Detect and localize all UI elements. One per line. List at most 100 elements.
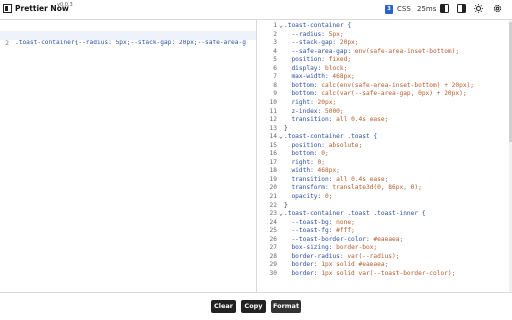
line-number: 30: [269, 269, 277, 277]
line-number: 26: [269, 235, 277, 243]
code-line: 6 display: block;: [257, 65, 509, 74]
code-text: --safe-area-gap: env(safe-area-inset-bot…: [284, 47, 460, 55]
code-line: 16 bottom: 0;: [257, 150, 509, 159]
line-number: 6: [273, 64, 277, 72]
code-text: bottom: calc(var(--safe-area-gap, 0px) +…: [284, 90, 467, 98]
code-line: 27 box-sizing: border-box;: [257, 244, 509, 253]
line-number: 13: [269, 124, 277, 132]
code-line: 7 max-width: 468px;: [257, 73, 509, 82]
line-number: 4: [273, 47, 277, 55]
line-number: 25: [269, 227, 277, 235]
code-text: --stack-gap: 20px;: [284, 39, 359, 47]
code-text: }: [284, 124, 288, 132]
line-number: 22: [269, 201, 277, 209]
code-text: right: 0;: [284, 158, 325, 166]
code-line: 8 bottom: calc(env(safe-area-inset-botto…: [257, 82, 509, 91]
code-line: 1 .toast-container{--radius: 5px;--stack…: [0, 22, 256, 47]
code-line: 15 position: absolute;: [257, 142, 509, 151]
code-line: 29 border: 1px solid #eaeaea;: [257, 261, 509, 270]
line-number: 12: [269, 116, 277, 124]
line-number: 15: [269, 141, 277, 149]
fold-chevron-icon[interactable]: ⌄: [279, 133, 283, 142]
code-line: 18 width: 468px;: [257, 167, 509, 176]
line-number: 5: [273, 56, 277, 64]
code-line: 4 --safe-area-gap: env(safe-area-inset-b…: [257, 48, 509, 57]
code-text: border: 1px solid #eaeaea;: [284, 261, 389, 269]
line-number: 8: [273, 81, 277, 89]
panel-icon[interactable]: [440, 4, 449, 16]
code-text: right: 20px;: [284, 98, 337, 106]
line-number: 3: [273, 39, 277, 47]
format-button[interactable]: Format: [271, 300, 301, 313]
code-text: --toast-fg: #fff;: [284, 227, 355, 235]
line-number: 18: [269, 167, 277, 175]
line-number: 2: [273, 30, 277, 38]
code-text: .toast-container {: [284, 22, 352, 29]
code-text: display: block;: [284, 64, 348, 72]
line-number: 27: [269, 244, 277, 252]
fold-chevron-icon[interactable]: ⌄: [279, 22, 283, 31]
language-label[interactable]: CSS: [397, 5, 411, 13]
line-number: 9: [273, 90, 277, 98]
code-text: border: 1px solid var(--toast-border-col…: [284, 269, 456, 277]
line-number: 20: [269, 184, 277, 192]
code-text: bottom: 0;: [284, 150, 329, 158]
split-view-icon[interactable]: [457, 4, 466, 16]
line-number: 17: [269, 158, 277, 166]
line-number: 28: [269, 252, 277, 260]
code-line: 26 --toast-border-color: #eaeaea;: [257, 236, 509, 245]
line-number: 21: [269, 193, 277, 200]
code-text: box-sizing: border-box;: [284, 244, 378, 252]
code-text: opacity: 0;: [284, 193, 333, 200]
code-line: 3 --stack-gap: 20px;: [257, 39, 509, 48]
line-number: 16: [269, 150, 277, 158]
code-line: 5 position: fixed;: [257, 56, 509, 65]
code-text: max-width: 468px;: [284, 73, 355, 81]
code-line: 28 border-radius: var(--radius);: [257, 253, 509, 262]
code-line: 10 right: 20px;: [257, 99, 509, 108]
app-header: Prettier Now v0.0.3 3 CSS 25ms: [0, 0, 512, 20]
code-line: 9 bottom: calc(var(--safe-area-gap, 0px)…: [257, 90, 509, 99]
clear-button[interactable]: Clear: [211, 300, 236, 313]
css-icon[interactable]: 3: [385, 5, 393, 14]
line-number: 14: [269, 133, 277, 141]
code-line: 30 border: 1px solid var(--toast-border-…: [257, 270, 509, 279]
code-line: 13}: [257, 125, 509, 134]
code-text: .toast-container{--radius: 5px;--stack-g…: [15, 39, 246, 46]
code-text: transition: all 0.4s ease;: [284, 175, 389, 183]
code-text: width: 468px;: [284, 167, 340, 175]
line-number: 11: [269, 107, 277, 115]
line-number: 10: [269, 98, 277, 106]
line-number: 24: [269, 218, 277, 226]
code-text: border-radius: var(--radius);: [284, 252, 400, 260]
code-line: 12 transition: all 0.4s ease;: [257, 116, 509, 125]
code-text: --toast-bg: none;: [284, 218, 355, 226]
fold-chevron-icon[interactable]: ⌄: [279, 210, 283, 219]
brightness-icon[interactable]: [474, 4, 483, 16]
code-line: 25 --toast-fg: #fff;: [257, 227, 509, 236]
line-number: 23: [269, 210, 277, 218]
line-number: 2: [5, 39, 9, 47]
code-line: 19 transition: all 0.4s ease;: [257, 176, 509, 185]
code-line: 2 --radius: 5px;: [257, 31, 509, 40]
app-logo-icon: [3, 4, 12, 13]
code-text: z-index: 5000;: [284, 107, 344, 115]
input-editor[interactable]: 1 .toast-container{--radius: 5px;--stack…: [0, 20, 257, 292]
code-text: .toast-container .toast {: [284, 133, 378, 141]
settings-icon[interactable]: [493, 4, 502, 16]
code-text: .toast-container .toast .toast-inner {: [284, 210, 426, 218]
output-editor[interactable]: 1 ⌄ .toast-container {2 --radius: 5px; 3 --…: [257, 20, 512, 292]
code-text: position: absolute;: [284, 141, 363, 149]
code-line: 14 ⌄ .toast-container .toast {: [257, 133, 509, 142]
code-text: position: fixed;: [284, 56, 352, 64]
code-text: --radius: 5px;: [284, 30, 344, 38]
app-version: v0.0.3: [57, 2, 73, 8]
code-text: }: [284, 201, 288, 209]
copy-button[interactable]: Copy: [241, 300, 266, 313]
code-line: 20 transform: translate3d(0, 86px, 0);: [257, 184, 509, 193]
code-text: transform: translate3d(0, 86px, 0);: [284, 184, 422, 192]
line-number: 7: [273, 73, 277, 81]
code-line: 22}: [257, 202, 509, 211]
code-text: transition: all 0.4s ease;: [284, 116, 389, 124]
code-line: 21 opacity: 0;: [257, 193, 509, 202]
